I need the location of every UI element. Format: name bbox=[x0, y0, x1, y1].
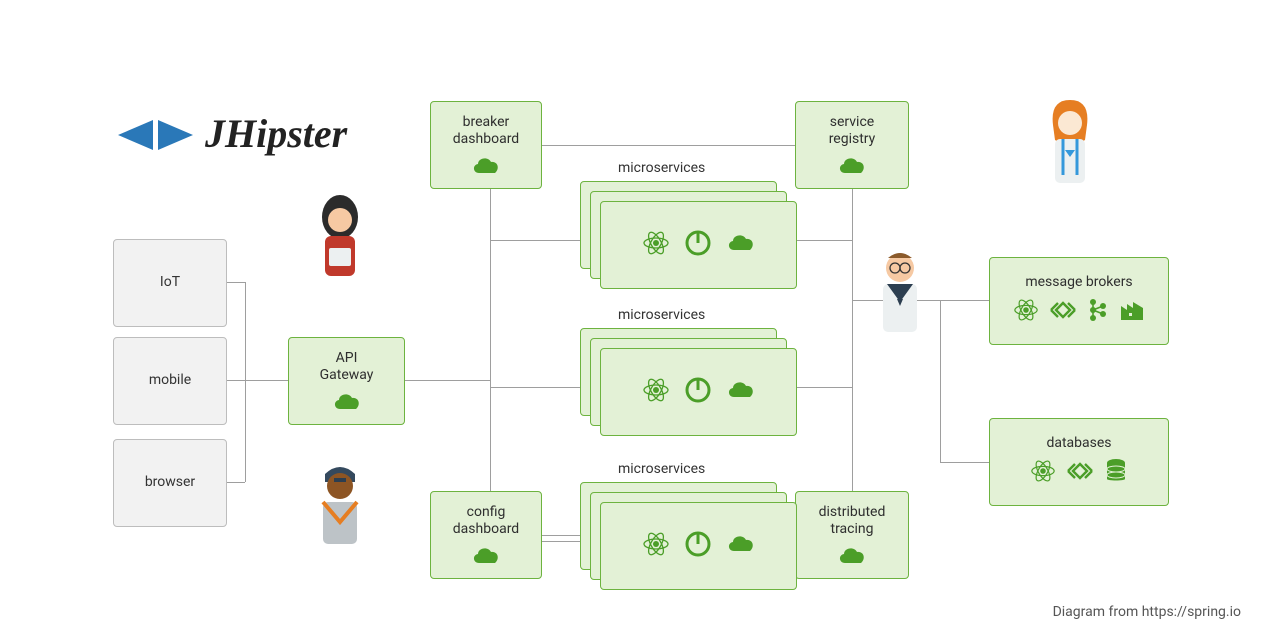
client-browser: browser bbox=[113, 439, 227, 527]
spring-cloud-icon bbox=[726, 533, 756, 559]
spring-cloud-icon bbox=[837, 155, 867, 177]
connector bbox=[490, 240, 580, 241]
connector bbox=[796, 387, 852, 388]
distributed-tracing-label: distributed tracing bbox=[819, 504, 886, 539]
connector bbox=[405, 380, 490, 381]
power-icon bbox=[684, 229, 712, 261]
breaker-dashboard: breaker dashboard bbox=[430, 101, 542, 189]
connector bbox=[490, 387, 580, 388]
atom-icon bbox=[642, 376, 670, 408]
databases-label: databases bbox=[1046, 435, 1111, 453]
link-icon bbox=[1066, 458, 1094, 490]
character-developer-4 bbox=[1035, 95, 1105, 204]
microservices-stack-3 bbox=[580, 482, 796, 590]
config-dashboard-label: config dashboard bbox=[453, 504, 519, 539]
atom-icon bbox=[642, 229, 670, 261]
client-iot-label: IoT bbox=[160, 274, 180, 292]
service-registry-label: service registry bbox=[829, 114, 876, 149]
microservice-card bbox=[600, 348, 797, 436]
microservice-card bbox=[600, 201, 797, 289]
microservices-label-3: microservices bbox=[618, 461, 705, 477]
power-icon bbox=[684, 530, 712, 562]
spring-cloud-icon bbox=[332, 391, 362, 413]
microservices-label-1: microservices bbox=[618, 160, 705, 176]
character-developer-3 bbox=[865, 244, 935, 358]
spring-cloud-icon bbox=[471, 545, 501, 567]
service-registry: service registry bbox=[795, 101, 909, 189]
microservices-label-2: microservices bbox=[618, 307, 705, 323]
message-brokers: message brokers bbox=[989, 257, 1169, 345]
microservice-card bbox=[600, 502, 797, 590]
databases: databases bbox=[989, 418, 1169, 506]
connector bbox=[225, 482, 245, 483]
factory-icon bbox=[1119, 298, 1145, 328]
kafka-icon bbox=[1087, 297, 1109, 329]
svg-text:JHipster: JHipster bbox=[204, 111, 348, 156]
atom-icon bbox=[1013, 297, 1039, 329]
atom-icon bbox=[1030, 458, 1056, 490]
connector bbox=[490, 145, 491, 535]
link-icon bbox=[1049, 297, 1077, 329]
connector bbox=[940, 462, 990, 463]
spring-cloud-icon bbox=[471, 155, 501, 177]
connector bbox=[540, 145, 795, 146]
atom-icon bbox=[642, 530, 670, 562]
connector bbox=[796, 240, 852, 241]
character-developer-2 bbox=[305, 452, 375, 561]
api-gateway-label: API Gateway bbox=[320, 350, 374, 385]
jhipster-logo: JHipster bbox=[113, 105, 403, 169]
spring-cloud-icon bbox=[726, 379, 756, 405]
connector bbox=[940, 300, 990, 301]
client-mobile-label: mobile bbox=[149, 372, 191, 390]
character-developer-1 bbox=[305, 192, 375, 296]
spring-cloud-icon bbox=[837, 545, 867, 567]
config-dashboard: config dashboard bbox=[430, 491, 542, 579]
client-browser-label: browser bbox=[145, 474, 195, 492]
connector bbox=[225, 380, 290, 381]
database-icon bbox=[1104, 458, 1128, 490]
client-iot: IoT bbox=[113, 239, 227, 327]
spring-cloud-icon bbox=[726, 232, 756, 258]
connector bbox=[225, 282, 245, 283]
message-brokers-label: message brokers bbox=[1025, 274, 1132, 292]
connector bbox=[852, 189, 853, 491]
power-icon bbox=[684, 376, 712, 408]
attribution-text: Diagram from https://spring.io bbox=[1053, 604, 1241, 620]
api-gateway: API Gateway bbox=[288, 337, 405, 425]
distributed-tracing: distributed tracing bbox=[795, 491, 909, 579]
microservices-stack-2 bbox=[580, 328, 796, 436]
microservices-stack-1 bbox=[580, 181, 796, 289]
breaker-dashboard-label: breaker dashboard bbox=[453, 114, 519, 149]
client-mobile: mobile bbox=[113, 337, 227, 425]
connector bbox=[940, 300, 941, 463]
connector bbox=[245, 282, 246, 482]
